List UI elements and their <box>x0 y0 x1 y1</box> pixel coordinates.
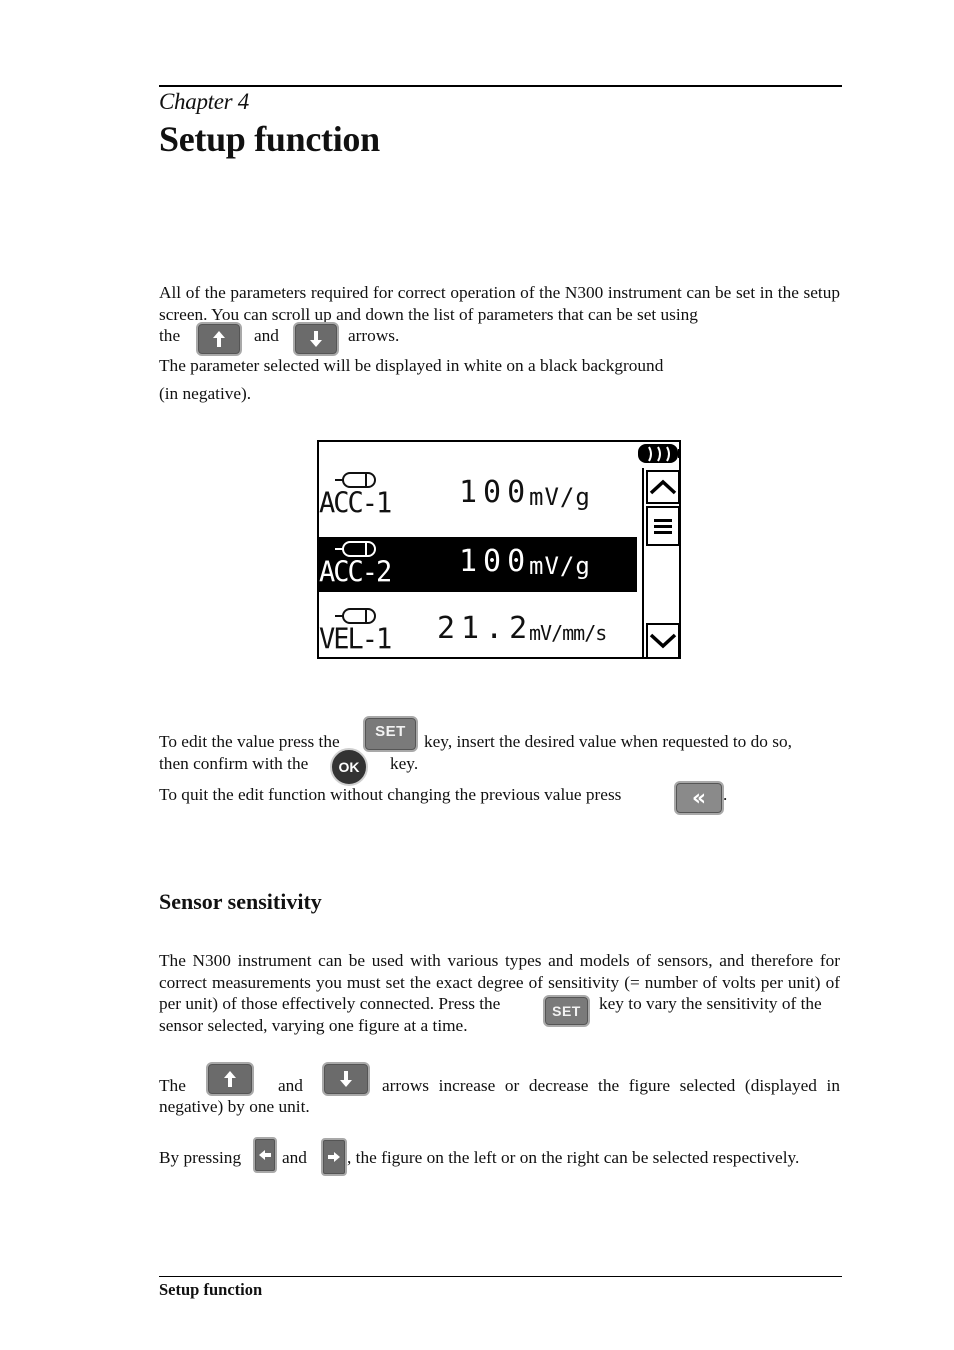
sensor-name: ACC-2 <box>319 556 392 589</box>
chevron-down-icon <box>649 633 677 649</box>
arrow-down-key <box>293 322 339 356</box>
set-key: SET <box>363 716 418 752</box>
scroll-up-button[interactable] <box>646 470 680 504</box>
scroll-thumb[interactable] <box>646 506 680 546</box>
chevron-up-icon <box>649 479 677 495</box>
edit-line2-start: then confirm with the <box>159 754 309 773</box>
edit-line2-end: key. <box>390 754 419 773</box>
intro-and: and <box>254 326 279 345</box>
edit-line1-end: key, insert the desired value when reque… <box>424 732 792 751</box>
ok-key: OK <box>330 748 368 786</box>
sensor-value: 100 <box>459 544 532 579</box>
lcd-screen: ACC-1 100 mV/g ACC-2 100 mV/g VEL-1 21.2… <box>317 440 681 659</box>
sensor-unit: mV/mm/s <box>529 621 607 645</box>
sensor-para-3-end: , the figure on the left or on the right… <box>347 1148 800 1167</box>
arrow-up-key <box>196 322 242 356</box>
sensor-unit: mV/g <box>529 483 591 511</box>
lcd-row-acc-2[interactable]: ACC-2 100 mV/g <box>319 537 637 592</box>
arrow-right-icon <box>328 1152 340 1162</box>
set-key: SET <box>543 995 590 1027</box>
sensor-name: VEL-1 <box>319 623 392 656</box>
page-title: Setup function <box>159 119 380 159</box>
edit-line3-end: . <box>723 785 728 804</box>
sensor-name: ACC-1 <box>319 487 392 520</box>
section-heading-sensor-sensitivity: Sensor sensitivity <box>159 889 322 914</box>
arrow-left-key <box>253 1137 277 1173</box>
back-key: « <box>674 781 724 815</box>
footer-rule <box>159 1276 842 1277</box>
intro-selected-note: The parameter selected will be displayed… <box>159 356 664 375</box>
arrow-down-key <box>322 1062 370 1096</box>
sensor-para-3-and: and <box>282 1148 307 1167</box>
header-rule <box>159 85 842 87</box>
arrow-up-icon <box>224 1071 236 1087</box>
arrow-up-key <box>206 1062 254 1096</box>
sensor-para-1-after-key: key to vary the sensitivity of the <box>599 994 822 1013</box>
sensor-para-1-line3: per unit) of those effectively connected… <box>159 994 501 1013</box>
scroll-down-button[interactable] <box>646 623 680 657</box>
sensor-para-2-rest: arrows increase or decrease the figure s… <box>382 1076 840 1095</box>
lcd-scrollbar[interactable] <box>642 468 680 659</box>
intro-arrows: arrows. <box>348 326 400 345</box>
battery-icon <box>638 444 681 463</box>
intro-paragraph: All of the parameters required for corre… <box>159 283 840 324</box>
edit-line3-start: To quit the edit function without changi… <box>159 785 622 804</box>
lcd-row-acc-1[interactable]: ACC-1 100 mV/g <box>319 468 637 523</box>
sensor-value: 100 <box>459 475 532 510</box>
sensor-value: 21.2 <box>437 611 534 646</box>
sensor-para-2-the: The <box>159 1076 186 1095</box>
chapter-label: Chapter 4 <box>159 89 249 114</box>
sensor-unit: mV/g <box>529 552 591 580</box>
arrow-left-icon <box>259 1150 271 1160</box>
arrow-down-icon <box>340 1071 352 1087</box>
sensor-para-3-start: By pressing <box>159 1148 242 1167</box>
footer-section-title: Setup function <box>159 1280 263 1299</box>
sensor-para-2-line2: negative) by one unit. <box>159 1097 310 1116</box>
menu-icon <box>654 519 672 534</box>
sensor-para-1-line4: sensor selected, varying one figure at a… <box>159 1016 468 1035</box>
arrow-up-icon <box>213 331 225 347</box>
intro-negative-note: (in negative). <box>159 384 252 403</box>
intro-the: the <box>159 326 181 345</box>
edit-line1-start: To edit the value press the <box>159 732 340 751</box>
arrow-right-key <box>321 1138 347 1176</box>
lcd-row-vel-1[interactable]: VEL-1 21.2 mV/mm/s <box>319 604 637 659</box>
sensor-para-2-and: and <box>278 1076 303 1095</box>
arrow-down-icon <box>310 331 322 347</box>
